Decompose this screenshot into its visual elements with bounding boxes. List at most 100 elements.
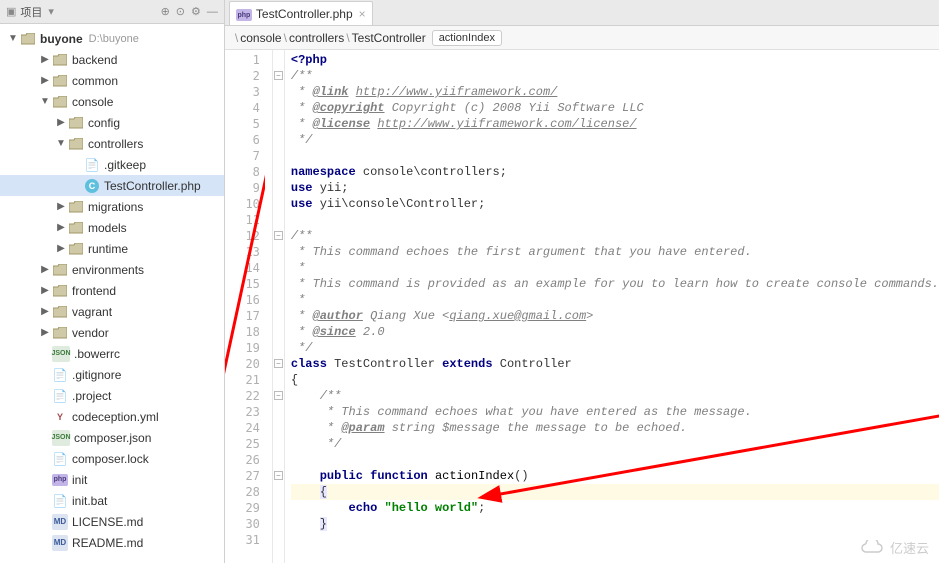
code-line[interactable]: * @copyright Copyright (c) 2008 Yii Soft… [291, 100, 939, 116]
code-line[interactable]: { [291, 484, 939, 500]
expand-arrow-icon[interactable]: ▶ [38, 75, 52, 86]
tree-item[interactable]: 📄 .project [0, 385, 224, 406]
code-line[interactable]: /** [291, 68, 939, 84]
tree-item[interactable]: ▶ vagrant [0, 301, 224, 322]
line-number: 26 [225, 452, 272, 468]
tree-item[interactable]: ▶ runtime [0, 238, 224, 259]
code-editor[interactable]: 1234567891011121314151617181920212223242… [225, 50, 939, 563]
close-tab-icon[interactable]: × [359, 7, 366, 21]
code-line[interactable]: class TestController extends Controller [291, 356, 939, 372]
code-line[interactable] [291, 148, 939, 164]
tree-item[interactable]: ▼ controllers [0, 133, 224, 154]
tree-item[interactable]: MD LICENSE.md [0, 511, 224, 532]
fold-toggle-icon[interactable] [274, 471, 283, 480]
expand-arrow-icon[interactable]: ▶ [54, 222, 68, 233]
tab-filename: TestController.php [256, 7, 353, 21]
code-line[interactable]: * [291, 292, 939, 308]
code-line[interactable]: * This command echoes the first argument… [291, 244, 939, 260]
code-line[interactable]: use yii\console\Controller; [291, 196, 939, 212]
tree-item[interactable]: 📄 composer.lock [0, 448, 224, 469]
tree-item[interactable]: ▶ common [0, 70, 224, 91]
project-sidebar: ▣ 项目 ▾ ⊕ ⊙ ⚙ — ▼ buyone D:\buyone ▶ back… [0, 0, 225, 563]
code-line[interactable]: } [291, 516, 939, 532]
code-line[interactable]: * This command is provided as an example… [291, 276, 939, 292]
code-line[interactable]: use yii; [291, 180, 939, 196]
tree-item[interactable]: 📄 .gitignore [0, 364, 224, 385]
expand-arrow-icon[interactable]: ▶ [38, 264, 52, 275]
tree-item[interactable]: ▶ environments [0, 259, 224, 280]
tree-item[interactable]: ▶ models [0, 217, 224, 238]
editor-tab[interactable]: php TestController.php × [229, 1, 373, 25]
tree-item[interactable]: ▶ backend [0, 49, 224, 70]
tree-item-label: .gitkeep [104, 158, 146, 172]
fold-toggle-icon[interactable] [274, 71, 283, 80]
code-line[interactable] [291, 212, 939, 228]
tree-root[interactable]: ▼ buyone D:\buyone [0, 28, 224, 49]
code-line[interactable]: * @link http://www.yiiframework.com/ [291, 84, 939, 100]
tree-item[interactable]: MD README.md [0, 532, 224, 553]
code-line[interactable]: */ [291, 132, 939, 148]
code-line[interactable]: { [291, 372, 939, 388]
code-line[interactable]: * @since 2.0 [291, 324, 939, 340]
expand-arrow-icon[interactable]: ▶ [54, 117, 68, 128]
code-line[interactable]: /** [291, 388, 939, 404]
expand-arrow-icon[interactable]: ▶ [38, 54, 52, 65]
breadcrumb-part[interactable]: TestController [352, 31, 426, 45]
tree-item[interactable]: ▶ frontend [0, 280, 224, 301]
code-line[interactable]: * @author Qiang Xue <qiang.xue@gmail.com… [291, 308, 939, 324]
expand-arrow-icon[interactable]: ▶ [38, 285, 52, 296]
line-number: 5 [225, 116, 272, 132]
locate-icon[interactable]: ⊙ [176, 5, 185, 18]
code-line[interactable]: * [291, 260, 939, 276]
code-line[interactable]: * @license http://www.yiiframework.com/l… [291, 116, 939, 132]
tree-item[interactable]: Y codeception.yml [0, 406, 224, 427]
breadcrumb-method[interactable]: actionIndex [432, 30, 502, 46]
settings-icon[interactable]: ⚙ [191, 5, 201, 18]
expand-arrow-icon[interactable]: ▶ [38, 327, 52, 338]
fold-toggle-icon[interactable] [274, 391, 283, 400]
code-line[interactable]: /** [291, 228, 939, 244]
code-line[interactable]: <?php [291, 52, 939, 68]
fold-column [273, 50, 285, 563]
tree-item[interactable]: ▶ config [0, 112, 224, 133]
breadcrumb-part[interactable]: controllers [289, 31, 344, 45]
hide-icon[interactable]: — [207, 6, 218, 18]
expand-arrow-icon[interactable]: ▶ [54, 201, 68, 212]
code-line[interactable]: echo "hello world"; [291, 500, 939, 516]
expand-arrow-icon[interactable]: ▼ [38, 96, 52, 107]
breadcrumb[interactable]: \console \controllers \TestController ac… [225, 26, 939, 50]
expand-arrow-icon[interactable]: ▶ [54, 243, 68, 254]
code-line[interactable] [291, 532, 939, 548]
breadcrumb-part[interactable]: console [240, 31, 281, 45]
code-line[interactable]: */ [291, 436, 939, 452]
code-line[interactable]: public function actionIndex() [291, 468, 939, 484]
fold-toggle-icon[interactable] [274, 359, 283, 368]
code-line[interactable]: */ [291, 340, 939, 356]
tree-item[interactable]: ▼ console [0, 91, 224, 112]
project-path: D:\buyone [89, 33, 139, 45]
tree-item[interactable]: JSON composer.json [0, 427, 224, 448]
code-line[interactable]: * @param string $message the message to … [291, 420, 939, 436]
tree-item[interactable]: php init [0, 469, 224, 490]
code-content[interactable]: <?php/** * @link http://www.yiiframework… [285, 50, 939, 563]
tree-item[interactable]: ▶ migrations [0, 196, 224, 217]
expand-arrow-icon[interactable]: ▶ [38, 306, 52, 317]
code-line[interactable] [291, 452, 939, 468]
code-line[interactable]: * This command echoes what you have ente… [291, 404, 939, 420]
tree-item[interactable]: ▶ vendor [0, 322, 224, 343]
fold-toggle-icon[interactable] [274, 231, 283, 240]
expand-arrow-icon[interactable]: ▼ [6, 33, 20, 44]
tree-item[interactable]: 📄 init.bat [0, 490, 224, 511]
line-gutter: 1234567891011121314151617181920212223242… [225, 50, 273, 563]
watermark: 亿速云 [858, 538, 929, 557]
tree-item-label: controllers [88, 137, 143, 151]
line-number: 31 [225, 532, 272, 548]
code-line[interactable]: namespace console\controllers; [291, 164, 939, 180]
tree-item[interactable]: C TestController.php [0, 175, 224, 196]
collapse-icon[interactable]: ⊕ [161, 5, 170, 18]
expand-arrow-icon[interactable]: ▼ [54, 138, 68, 149]
project-tree[interactable]: ▼ buyone D:\buyone ▶ backend ▶ common ▼ … [0, 24, 224, 563]
tree-item[interactable]: 📄 .gitkeep [0, 154, 224, 175]
tree-item[interactable]: JSON .bowerrc [0, 343, 224, 364]
dropdown-icon[interactable]: ▾ [48, 5, 54, 18]
